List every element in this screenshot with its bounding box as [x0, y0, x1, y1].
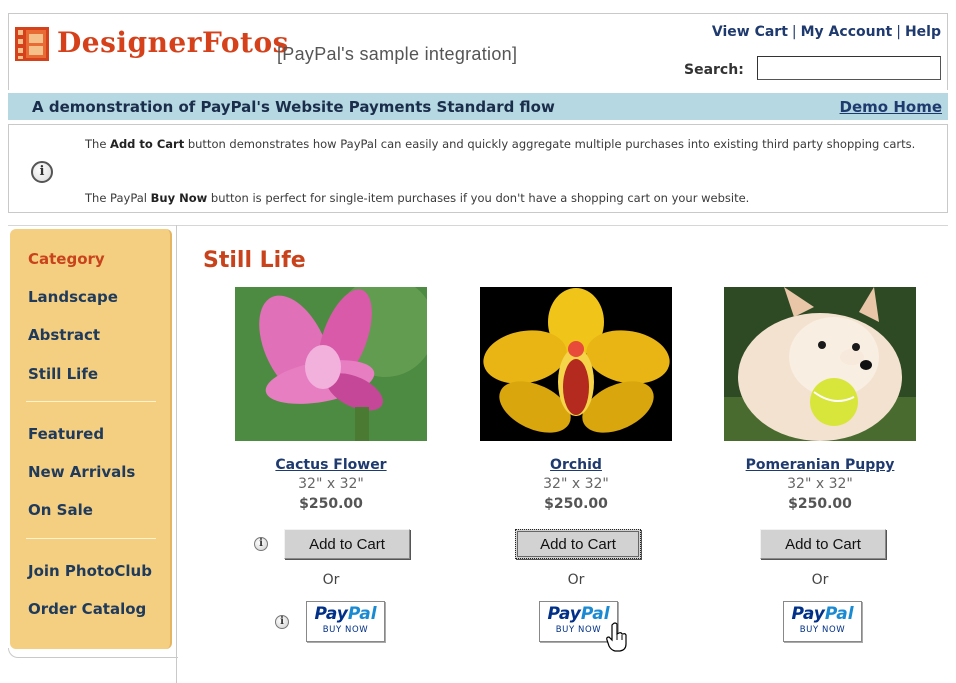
demo-banner: A demonstration of PayPal's Website Paym…: [8, 93, 948, 120]
paypal-pay-text: Pay: [314, 604, 348, 624]
sidebar-item-order-catalog[interactable]: Order Catalog: [28, 600, 146, 618]
add-to-cart-button[interactable]: Add to Cart: [284, 529, 410, 559]
brand-logo-text[interactable]: DesignerFotos: [57, 26, 289, 59]
info-text: button is perfect for single-item purcha…: [207, 191, 750, 205]
sidebar-bottom-curve: [8, 648, 178, 658]
info-icon[interactable]: i: [254, 537, 268, 551]
category-sidebar: Category Landscape Abstract Still Life F…: [10, 229, 172, 649]
hand-cursor-icon: [606, 622, 627, 652]
product-name-link[interactable]: Orchid: [461, 457, 691, 473]
product-image-orchid[interactable]: [480, 287, 672, 441]
product-price: $250.00: [544, 496, 608, 512]
sidebar-item-still-life[interactable]: Still Life: [28, 365, 98, 383]
content-divider: [8, 225, 948, 226]
add-to-cart-button[interactable]: Add to Cart: [515, 529, 641, 559]
info-text: button demonstrates how PayPal can easil…: [184, 137, 916, 151]
sidebar-divider-line: [26, 538, 156, 539]
tagline: [PayPal's sample integration]: [277, 44, 518, 64]
sidebar-heading-category: Category: [28, 250, 105, 268]
paypal-pay-text: Pay: [547, 604, 581, 624]
info-box: i The Add to Cart button demonstrates ho…: [8, 124, 948, 213]
info-icon[interactable]: i: [275, 615, 289, 629]
product-price: $250.00: [299, 496, 363, 512]
logo-icon: [15, 27, 49, 61]
my-account-link[interactable]: My Account: [801, 24, 893, 40]
sidebar-item-featured[interactable]: Featured: [28, 425, 104, 443]
info-bold-text: Buy Now: [150, 191, 208, 205]
search-input[interactable]: [757, 56, 941, 80]
sidebar-item-abstract[interactable]: Abstract: [28, 326, 100, 344]
product-image-cactus-flower[interactable]: [235, 287, 427, 441]
paypal-buy-now-button[interactable]: PayPal BUY NOW: [306, 601, 385, 642]
add-to-cart-button[interactable]: Add to Cart: [760, 529, 886, 559]
sidebar-item-new-arrivals[interactable]: New Arrivals: [28, 463, 135, 481]
or-label: Or: [322, 572, 340, 588]
or-label: Or: [567, 572, 585, 588]
help-link[interactable]: Help: [905, 24, 941, 40]
product-name-link[interactable]: Cactus Flower: [216, 457, 446, 473]
product-size: 32" x 32": [787, 476, 853, 492]
or-label: Or: [811, 572, 829, 588]
paypal-pal-text: Pal: [824, 604, 854, 624]
product-name-link[interactable]: Pomeranian Puppy: [705, 457, 935, 473]
sidebar-divider: [176, 225, 177, 683]
view-cart-link[interactable]: View Cart: [712, 24, 788, 40]
paypal-buy-now-button[interactable]: PayPal BUY NOW: [783, 601, 862, 642]
info-paragraph-add-to-cart: The Add to Cart button demonstrates how …: [85, 137, 945, 151]
sidebar-item-on-sale[interactable]: On Sale: [28, 501, 93, 519]
site-header: DesignerFotos [PayPal's sample integrati…: [8, 13, 948, 90]
paypal-logo-text: PayPal: [307, 604, 384, 624]
info-icon: i: [31, 161, 53, 183]
info-bold-text: Add to Cart: [110, 137, 185, 151]
info-text: The PayPal: [85, 191, 151, 205]
top-links: View Cart | My Account | Help: [712, 24, 941, 40]
section-title: Still Life: [203, 248, 306, 273]
paypal-logo-text: PayPal: [784, 604, 861, 624]
paypal-logo-text: PayPal: [540, 604, 617, 624]
product-price: $250.00: [788, 496, 852, 512]
link-separator: |: [896, 24, 901, 40]
product-image-pomeranian-puppy[interactable]: [724, 287, 916, 441]
buy-now-text: BUY NOW: [799, 625, 846, 635]
link-separator: |: [791, 24, 797, 40]
banner-title: A demonstration of PayPal's Website Paym…: [32, 98, 555, 116]
buy-now-text: BUY NOW: [322, 625, 369, 635]
demo-home-link[interactable]: Demo Home: [840, 98, 942, 116]
sidebar-item-landscape[interactable]: Landscape: [28, 288, 118, 306]
paypal-pay-text: Pay: [791, 604, 825, 624]
info-paragraph-buy-now: The PayPal Buy Now button is perfect for…: [85, 191, 945, 205]
paypal-pal-text: Pal: [347, 604, 377, 624]
info-text: The: [85, 137, 111, 151]
sidebar-divider-line: [26, 401, 156, 402]
search-label: Search:: [684, 62, 744, 78]
product-size: 32" x 32": [298, 476, 364, 492]
paypal-pal-text: Pal: [580, 604, 610, 624]
sidebar-item-join-photoclub[interactable]: Join PhotoClub: [28, 562, 152, 580]
product-size: 32" x 32": [543, 476, 609, 492]
